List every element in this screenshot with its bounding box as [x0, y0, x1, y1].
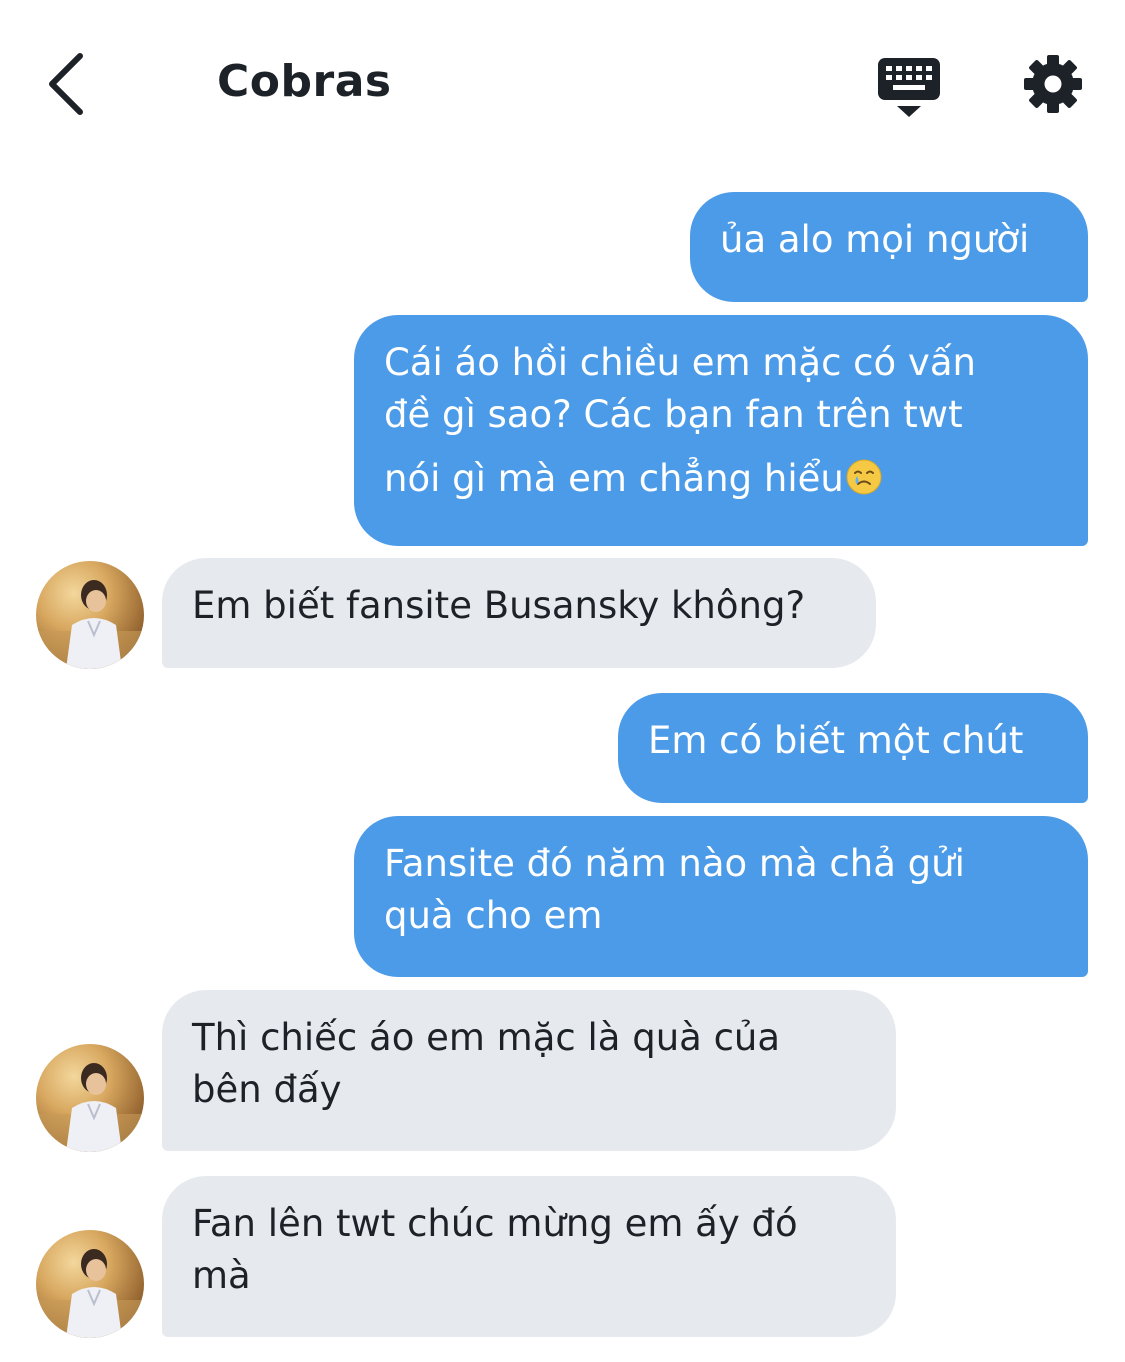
keyboard-toggle-button[interactable]: [876, 56, 942, 118]
crying-face-emoji-icon: [846, 459, 882, 495]
chat-header: Cobras: [0, 0, 1125, 170]
person-photo-icon: [36, 580, 144, 669]
avatar[interactable]: [36, 1230, 144, 1338]
keyboard-hide-icon: [878, 58, 940, 117]
message-text: nói gì mà em chẳng hiểu: [384, 453, 1058, 505]
message-text: nói gì mà em chẳng hiểu: [384, 457, 844, 500]
incoming-message[interactable]: Thì chiếc áo em mặc là quà của bên đấy: [162, 990, 896, 1151]
settings-button[interactable]: [1022, 53, 1084, 115]
person-photo-icon: [36, 1249, 144, 1338]
message-text: Em có biết một chút: [648, 719, 1024, 762]
outgoing-message[interactable]: ủa alo mọi người: [690, 192, 1088, 302]
avatar[interactable]: [36, 561, 144, 669]
back-button[interactable]: [38, 50, 98, 118]
chat-title: Cobras: [217, 56, 392, 107]
message-text: Thì chiếc áo em mặc là quà của: [192, 1016, 781, 1059]
incoming-message[interactable]: Em biết fansite Busansky không?: [162, 558, 876, 668]
message-text: Cái áo hồi chiều em mặc có vấn: [384, 341, 976, 384]
avatar[interactable]: [36, 1044, 144, 1152]
message-text: Em biết fansite Busansky không?: [192, 584, 806, 627]
gear-icon: [1024, 55, 1082, 113]
chevron-left-icon: [49, 53, 83, 115]
message-text: quà cho em: [384, 894, 603, 937]
message-text: đề gì sao? Các bạn fan trên twt: [384, 393, 963, 436]
outgoing-message[interactable]: Em có biết một chút: [618, 693, 1088, 803]
person-photo-icon: [36, 1063, 144, 1152]
message-text: Fan lên twt chúc mừng em ấy đó: [192, 1202, 798, 1245]
incoming-message[interactable]: Fan lên twt chúc mừng em ấy đó mà: [162, 1176, 896, 1337]
message-text: bên đấy: [192, 1068, 342, 1111]
message-text: ủa alo mọi người: [720, 218, 1030, 261]
outgoing-message[interactable]: Fansite đó năm nào mà chả gửi quà cho em: [354, 816, 1088, 977]
outgoing-message[interactable]: Cái áo hồi chiều em mặc có vấn đề gì sao…: [354, 315, 1088, 546]
message-text: Fansite đó năm nào mà chả gửi: [384, 842, 965, 885]
message-text: mà: [192, 1254, 251, 1297]
